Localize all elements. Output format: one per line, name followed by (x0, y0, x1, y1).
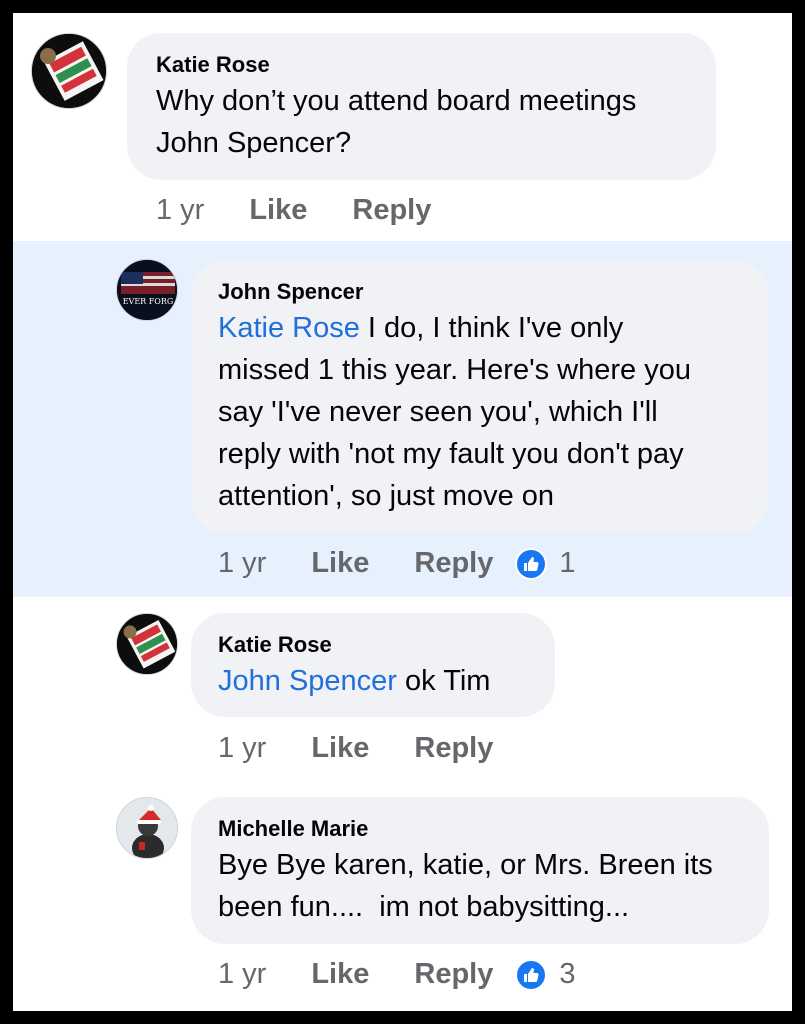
comment-text: John Spencer ok Tim (218, 660, 490, 702)
reply-button[interactable]: Reply (414, 732, 493, 765)
comment-author[interactable]: Katie Rose (156, 52, 270, 78)
comment-text: Bye Bye karen, katie, or Mrs. Breen its … (218, 844, 713, 928)
keep-avatar-icon (32, 34, 106, 108)
mention-link[interactable]: John Spencer (218, 665, 397, 697)
reply-button[interactable]: Reply (414, 547, 493, 580)
comment-text-line: Katie Rose I do, I think I've only (218, 312, 624, 344)
avatar[interactable] (116, 613, 178, 675)
like-button[interactable]: Like (311, 958, 369, 991)
reaction-summary[interactable]: 1 (515, 547, 576, 580)
keep-avatar-icon (117, 614, 177, 674)
comment-actions: 1 yr Like Reply (156, 194, 431, 227)
thumbs-up-icon (515, 958, 548, 991)
comment-author[interactable]: Michelle Marie (218, 816, 368, 842)
reaction-count: 3 (559, 958, 576, 990)
timestamp[interactable]: 1 yr (218, 958, 266, 991)
reply-button[interactable]: Reply (352, 194, 431, 227)
comment-author[interactable]: John Spencer (218, 279, 363, 305)
avatar[interactable]: EVER FORG (116, 259, 178, 321)
comment-text-line: reply with 'not my fault you don't pay (218, 438, 684, 470)
like-button[interactable]: Like (311, 547, 369, 580)
avatar[interactable] (116, 797, 178, 859)
comment-text: Why don’t you attend board meetings John… (156, 80, 636, 164)
comment-text-line: missed 1 this year. Here's where you (218, 354, 691, 386)
comment-text-line: Why don’t you attend board meetings (156, 85, 637, 117)
avatar[interactable] (31, 33, 107, 109)
comment-text-line: attention', so just move on (218, 480, 555, 512)
comment-text-line: John Spencer? (156, 127, 352, 159)
reaction-count: 1 (559, 547, 576, 579)
santa-avatar-icon (117, 798, 177, 858)
mention-link[interactable]: Katie Rose (218, 312, 360, 344)
avatar-caption: EVER FORG (123, 297, 174, 306)
like-button[interactable]: Like (311, 732, 369, 765)
comment-text-line: been fun.... im not babysitting... (218, 891, 630, 923)
comment-thread: Katie Rose Why don’t you attend board me… (13, 13, 792, 1011)
timestamp[interactable]: 1 yr (218, 732, 266, 765)
comment-actions: 1 yr Like Reply 1 (218, 547, 576, 580)
comment-text-line: John Spencer ok Tim (218, 665, 491, 697)
timestamp[interactable]: 1 yr (218, 547, 266, 580)
thumbs-up-icon (515, 547, 548, 580)
comment-text-line: say 'I've never seen you', which I'll (218, 396, 658, 428)
flag-avatar-icon: EVER FORG (117, 260, 177, 320)
timestamp[interactable]: 1 yr (156, 194, 204, 227)
comment-text: Katie Rose I do, I think I've only misse… (218, 307, 691, 517)
comment-author[interactable]: Katie Rose (218, 632, 332, 658)
comment-text-line: Bye Bye karen, katie, or Mrs. Breen its (218, 849, 713, 881)
like-button[interactable]: Like (249, 194, 307, 227)
reply-button[interactable]: Reply (414, 958, 493, 991)
reaction-summary[interactable]: 3 (515, 958, 576, 991)
comment-actions: 1 yr Like Reply 3 (218, 958, 576, 991)
comment-actions: 1 yr Like Reply (218, 732, 493, 765)
